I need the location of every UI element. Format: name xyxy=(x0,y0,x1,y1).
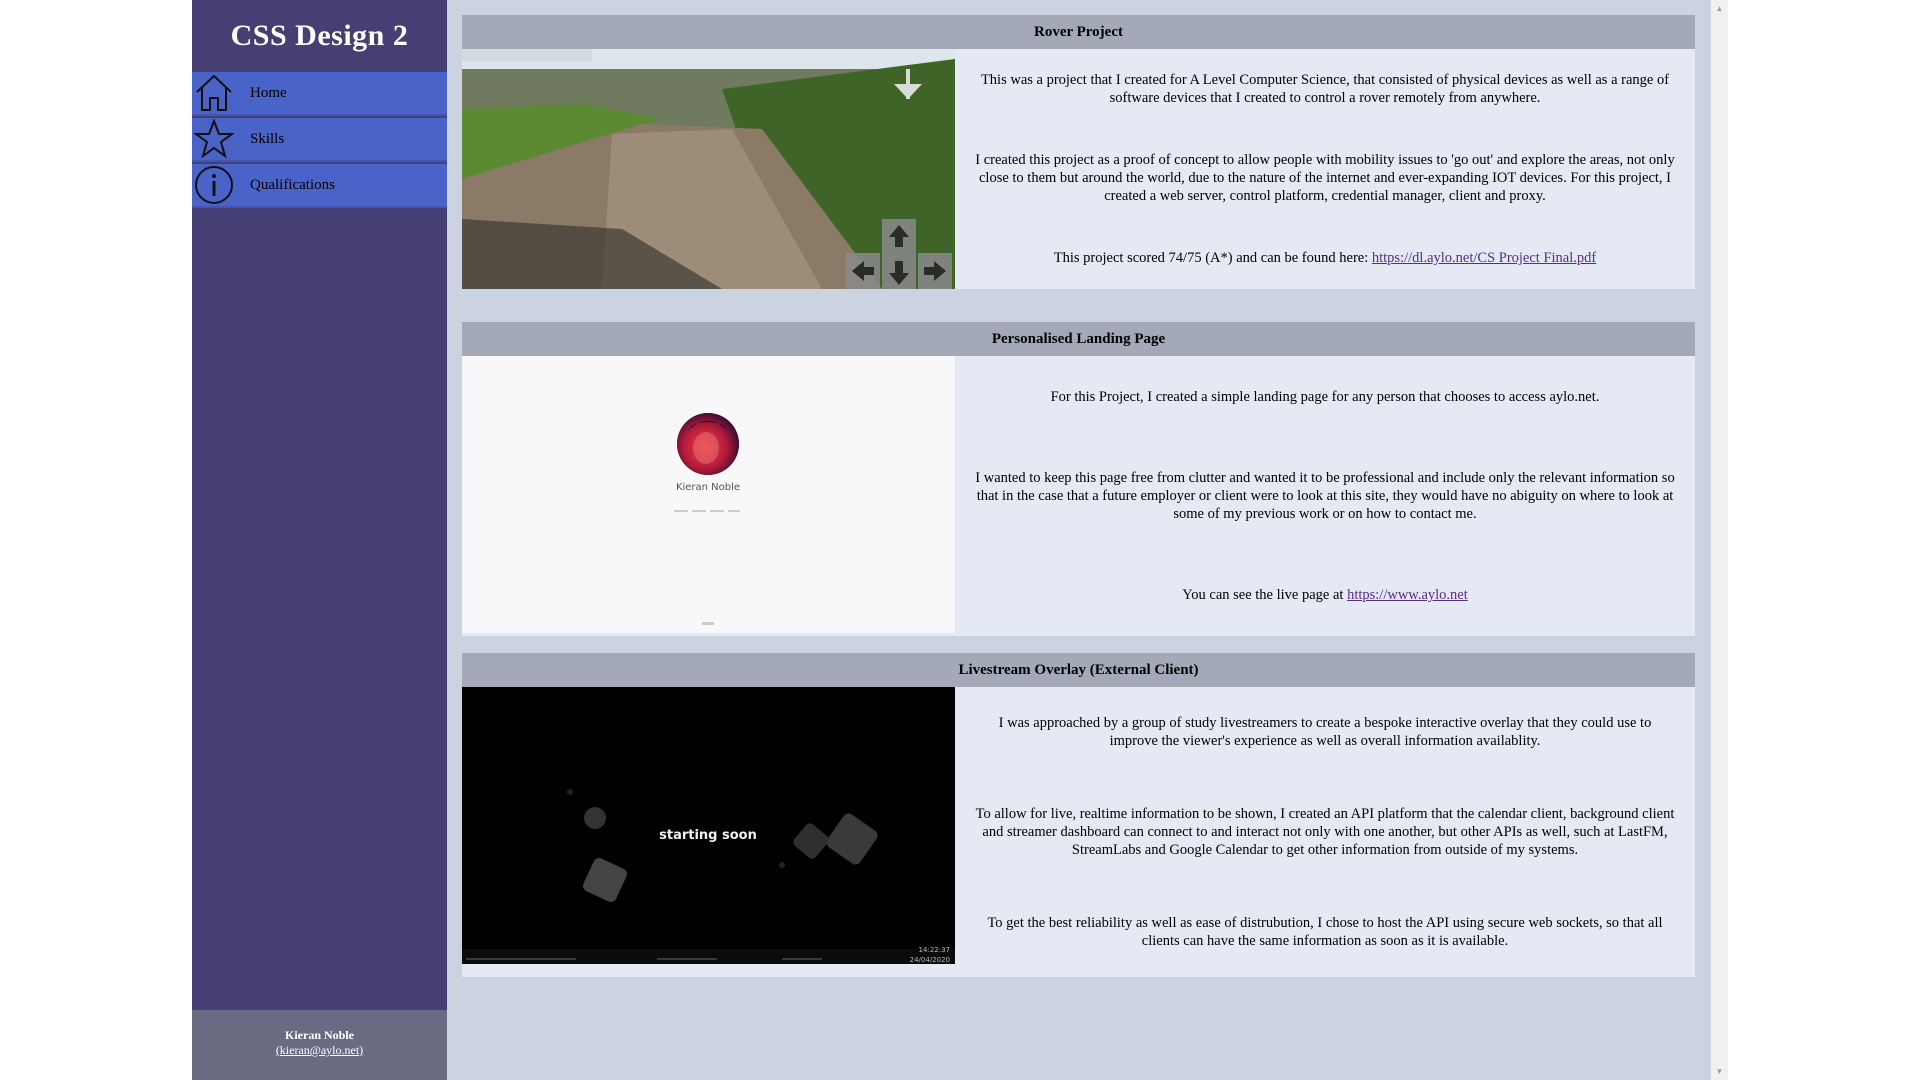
nav-menu: Home Skills Qualifications xyxy=(192,72,447,208)
livestream-paragraph-1: I was approached by a group of study liv… xyxy=(998,715,1652,750)
home-icon xyxy=(192,71,236,115)
project-card-landing: Personalised Landing Page Kieran Noble F… xyxy=(462,322,1695,636)
nav-item-qualifications[interactable]: Qualifications xyxy=(192,164,447,208)
nav-item-home[interactable]: Home xyxy=(192,72,447,116)
preview-name: Kieran Noble xyxy=(676,482,740,493)
footer: Kieran Noble (kieran@aylo.net) xyxy=(192,1010,447,1080)
scroll-down-arrow-icon[interactable]: ▼ xyxy=(1711,1063,1728,1080)
rover-link-line: This project scored 74/75 (A*) and can b… xyxy=(973,249,1677,267)
rover-link-prefix: This project scored 74/75 (A*) and can b… xyxy=(1053,250,1372,266)
project-card-livestream: Livestream Overlay (External Client) sta… xyxy=(462,653,1695,977)
info-icon xyxy=(192,163,236,207)
main-content: Rover Project This was a project that I … xyxy=(447,0,1711,1080)
sidebar: CSS Design 2 Home Skills Qualifications … xyxy=(192,0,447,1080)
card-title: Personalised Landing Page xyxy=(462,322,1695,356)
landing-link-prefix: You can see the live page at xyxy=(1182,587,1348,604)
landing-page-preview: Kieran Noble xyxy=(462,356,955,633)
rover-paragraph-1: This was a project that I created for A … xyxy=(980,72,1670,106)
rover-image xyxy=(462,49,955,289)
landing-description: For this Project, I created a simple lan… xyxy=(955,356,1695,636)
rover-paragraph-2: I created this project as a proof of con… xyxy=(975,152,1675,204)
livestream-overlay-preview: starting soon 14:22:37 24/04/2020 xyxy=(462,687,955,964)
overlay-time: 14:22:37 xyxy=(919,946,950,954)
nav-label-qualifications: Qualifications xyxy=(250,176,335,193)
rover-project-link[interactable]: https://dl.aylo.net/CS Project Final.pdf xyxy=(1372,250,1596,266)
rover-description: This was a project that I created for A … xyxy=(955,49,1695,289)
landing-link-line: You can see the live page at https://www… xyxy=(973,586,1677,604)
landing-paragraph-2: I wanted to keep this page free from clu… xyxy=(975,469,1675,522)
landing-paragraph-1: For this Project, I created a simple lan… xyxy=(1050,388,1600,405)
nav-label-home: Home xyxy=(250,84,287,101)
card-title: Livestream Overlay (External Client) xyxy=(462,653,1695,687)
nav-label-skills: Skills xyxy=(250,130,285,147)
livestream-description: I was approached by a group of study liv… xyxy=(955,687,1695,977)
livestream-paragraph-3: To get the best reliability as well as e… xyxy=(987,914,1663,949)
footer-email-link[interactable]: (kieran@aylo.net) xyxy=(276,1043,363,1057)
livestream-paragraph-2: To allow for live, realtime information … xyxy=(975,805,1675,858)
site-title: CSS Design 2 xyxy=(230,19,409,52)
overlay-status-text: starting soon xyxy=(659,828,757,843)
project-card-rover: Rover Project This was a project that I … xyxy=(462,15,1695,289)
card-title: Rover Project xyxy=(462,15,1695,49)
footer-name: Kieran Noble xyxy=(285,1028,354,1042)
star-icon xyxy=(192,117,236,161)
scrollbar[interactable]: ▲ ▼ xyxy=(1711,0,1728,1080)
nav-item-skills[interactable]: Skills xyxy=(192,118,447,162)
overlay-date: 24/04/2020 xyxy=(910,956,950,964)
scroll-up-arrow-icon[interactable]: ▲ xyxy=(1711,0,1728,17)
rover-camera-view xyxy=(462,49,955,289)
landing-live-link[interactable]: https://www.aylo.net xyxy=(1347,587,1468,603)
